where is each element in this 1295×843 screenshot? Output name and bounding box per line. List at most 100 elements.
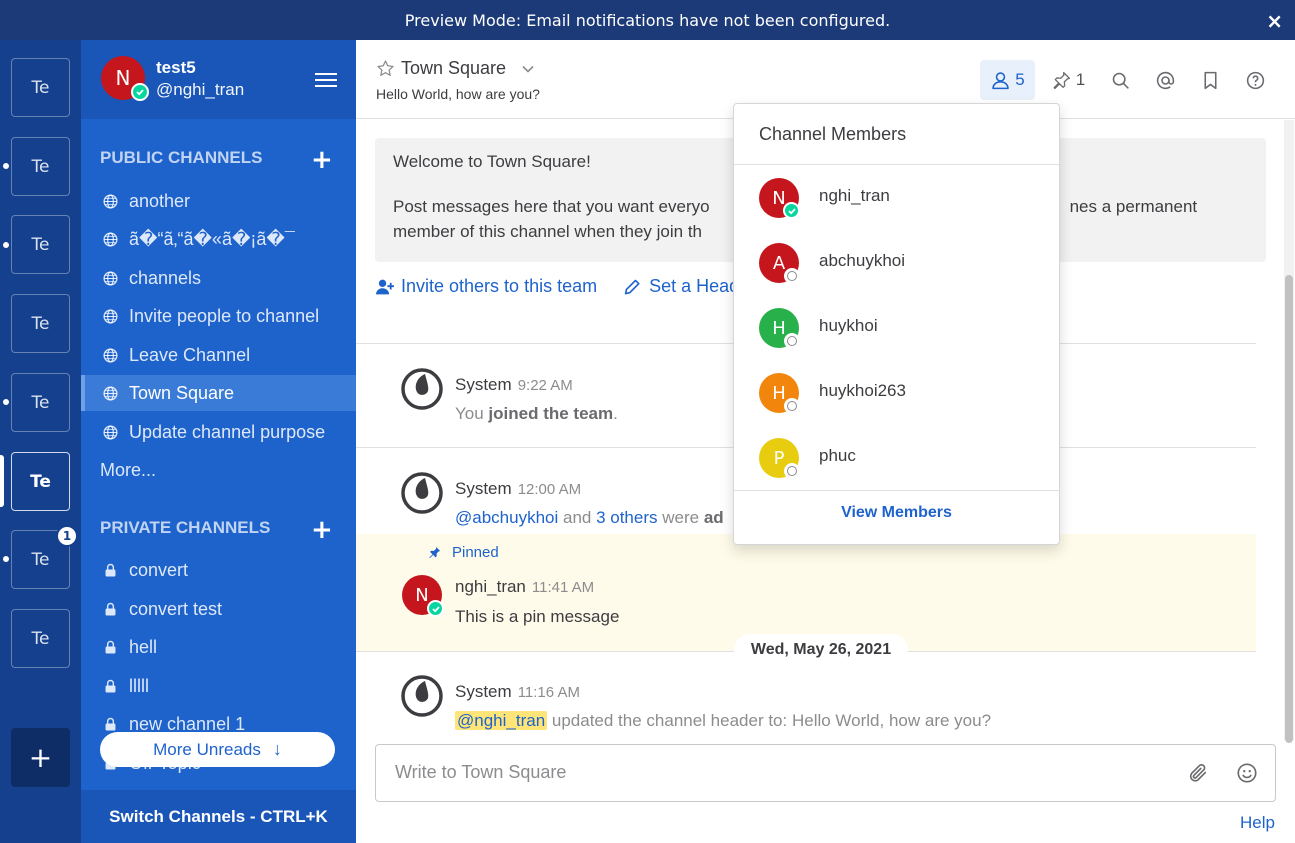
member-avatar: H	[759, 308, 800, 349]
post-avatar[interactable]: N	[402, 575, 444, 617]
team-button-6-active[interactable]: Te	[11, 452, 70, 511]
channel-label: channels	[129, 267, 202, 288]
sidebar-private-channel-item[interactable]: lllll	[81, 668, 356, 704]
saved-messages-button[interactable]	[1194, 60, 1226, 100]
member-row[interactable]: Hhuykhoi	[734, 296, 1059, 361]
pinned-messages-button[interactable]: 1	[1044, 60, 1092, 100]
team-button-4[interactable]: Te	[11, 294, 70, 353]
more-unreads-label: More Unreads	[153, 739, 261, 759]
sidebar-private-channel-item[interactable]: hell	[81, 629, 356, 665]
offline-status-icon	[784, 463, 800, 479]
sidebar-channel-item[interactable]: ã�“ã‚“ã�«ã�¡ã�¯	[81, 221, 356, 257]
post-time[interactable]: 11:16 AM	[518, 684, 580, 701]
intro-body-part1: Post messages here that you want everyo	[393, 197, 710, 216]
set-header-link[interactable]: Set a Head	[623, 276, 739, 297]
sidebar-channel-item[interactable]: Invite people to channel	[81, 298, 356, 334]
banner-close-icon[interactable]: ×	[1266, 9, 1283, 33]
post-author[interactable]: System 12:00 AM	[455, 479, 581, 499]
sidebar-channel-item[interactable]: Update channel purpose	[81, 414, 356, 450]
offline-status-icon	[784, 268, 800, 284]
member-row[interactable]: Aabchuykhoi	[734, 231, 1059, 296]
more-unreads-button[interactable]: More Unreads ↓	[100, 732, 335, 767]
popover-divider	[734, 164, 1059, 165]
pinned-indicator: Pinned	[427, 544, 499, 561]
scrollbar-thumb[interactable]	[1285, 275, 1293, 743]
globe-icon	[101, 192, 119, 210]
team-unread-dot	[3, 399, 9, 405]
paperclip-icon[interactable]	[1187, 762, 1209, 784]
team-button-3[interactable]: Te	[11, 215, 70, 274]
switch-channels-button[interactable]: Switch Channels - CTRL+K	[81, 790, 356, 843]
message-text: You	[455, 404, 489, 423]
team-mention-badge: 1	[56, 525, 78, 547]
member-avatar: N	[759, 178, 800, 219]
channel-members-popover: Channel Members Nnghi_tran Aabchuykhoi Hhu…	[733, 103, 1060, 545]
member-row[interactable]: Hhuykhoi263	[734, 361, 1059, 426]
post-time[interactable]: 9:22 AM	[518, 377, 573, 394]
sidebar-private-channel-item[interactable]: convert test	[81, 591, 356, 627]
team-button-5[interactable]: Te	[11, 373, 70, 432]
post-author[interactable]: System 9:22 AM	[455, 375, 573, 395]
channel-label: Update channel purpose	[129, 421, 326, 442]
team-unread-dot	[3, 163, 9, 169]
user-avatar[interactable]: N	[101, 56, 149, 101]
member-name: nghi_tran	[819, 186, 890, 205]
add-private-channel-button[interactable]: +	[311, 517, 333, 543]
main-menu-icon[interactable]	[315, 73, 337, 87]
help-button[interactable]	[1239, 60, 1271, 100]
channel-header-text: Hello World, how are you?	[376, 86, 540, 102]
pinned-label: Pinned	[452, 544, 499, 561]
private-channels-title: PRIVATE CHANNELS	[100, 518, 271, 537]
lock-icon	[101, 715, 119, 733]
add-public-channel-button[interactable]: +	[311, 147, 333, 173]
post-author[interactable]: nghi_tran 11:41 AM	[455, 577, 594, 597]
channel-label: convert	[129, 559, 189, 580]
user-mention-link[interactable]: @abchuykhoi	[455, 508, 558, 527]
globe-icon	[101, 346, 119, 364]
channel-label: ã�“ã‚“ã�«ã�¡ã�¯	[129, 228, 295, 249]
globe-icon	[101, 384, 119, 402]
post-time[interactable]: 11:41 AM	[532, 579, 594, 596]
pin-icon	[429, 546, 441, 559]
more-channels-link[interactable]: More...	[100, 460, 156, 481]
sidebar-channel-item[interactable]: Leave Channel	[81, 337, 356, 373]
member-row[interactable]: Nnghi_tran	[734, 166, 1059, 231]
channel-label: lllll	[129, 675, 149, 696]
view-members-button[interactable]: View Members	[734, 504, 1059, 522]
channel-label: another	[129, 190, 191, 211]
sidebar-channel-item[interactable]: Town Square	[81, 375, 356, 411]
avatar-initial: H	[772, 317, 786, 339]
sidebar-channel-item[interactable]: channels	[81, 260, 356, 296]
emoji-icon[interactable]	[1236, 762, 1258, 784]
channel-label: Leave Channel	[129, 344, 251, 365]
self-mention-highlight[interactable]: @nghi_tran	[455, 711, 548, 730]
team-button-8[interactable]: Te	[11, 609, 70, 668]
message-end: .	[613, 404, 618, 423]
avatar-initial: A	[772, 252, 786, 274]
chevron-down-icon[interactable]	[521, 62, 535, 76]
message-composer[interactable]: Write to Town Square	[375, 744, 1276, 802]
favorite-star-icon[interactable]	[376, 59, 395, 78]
mentions-button[interactable]	[1149, 60, 1181, 100]
search-button[interactable]	[1104, 60, 1136, 100]
post-time[interactable]: 12:00 AM	[518, 481, 581, 498]
help-link[interactable]: Help	[1240, 813, 1275, 833]
channel-name[interactable]: Town Square	[401, 58, 506, 79]
team-button-1[interactable]: Te	[11, 58, 70, 117]
popover-divider	[734, 490, 1059, 491]
channel-members-button[interactable]: 5	[980, 60, 1035, 100]
team-button-2[interactable]: Te	[11, 137, 70, 196]
channel-label: Town Square	[129, 382, 235, 403]
invite-others-link[interactable]: Invite others to this team	[375, 276, 597, 297]
lock-icon	[101, 638, 119, 656]
sidebar-channel-item[interactable]: another	[81, 183, 356, 219]
sidebar-private-channel-item[interactable]: convert	[81, 552, 356, 588]
channel-sidebar: N test5 @nghi_tran PUBLIC CHANNELS + ano…	[81, 40, 356, 843]
post-author[interactable]: System 11:16 AM	[455, 682, 580, 702]
offline-status-icon	[784, 333, 800, 349]
member-row[interactable]: Pphuc	[734, 426, 1059, 491]
member-name: phuc	[819, 446, 856, 465]
add-team-button[interactable]: +	[11, 728, 70, 787]
others-link[interactable]: 3 others	[596, 508, 657, 527]
arrow-down-icon: ↓	[272, 739, 282, 759]
